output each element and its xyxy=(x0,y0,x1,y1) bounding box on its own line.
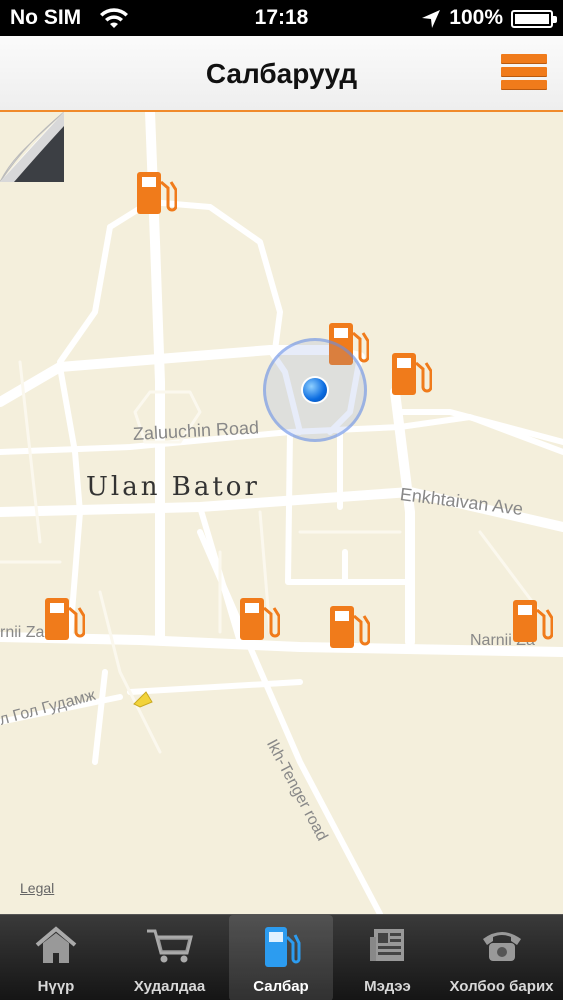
location-arrow-icon xyxy=(422,10,440,28)
battery-icon xyxy=(511,10,557,28)
fuel-pin[interactable] xyxy=(511,596,553,646)
home-icon xyxy=(35,926,77,963)
fuel-pin[interactable] xyxy=(328,602,370,652)
page-title: Салбарууд xyxy=(205,58,358,89)
current-location-marker xyxy=(263,338,367,442)
map-view[interactable]: Zaluuchin Road Ulan Bator Enkhtaivan Ave… xyxy=(0,112,563,914)
fuel-pump-icon xyxy=(137,172,177,214)
nav-bar: Салбарууд xyxy=(0,36,563,112)
fuel-pump-icon xyxy=(392,353,432,395)
tab-bar: Нүүр Худалдаа Салбар Мэдээ Холбоо барих xyxy=(0,914,563,1000)
fuel-pin[interactable] xyxy=(238,594,280,644)
tab-branches[interactable]: Салбар xyxy=(229,915,333,1000)
status-bar: No SIM 17:18 100% xyxy=(0,0,563,36)
cart-icon xyxy=(146,929,193,963)
tab-label: Холбоо барих xyxy=(449,978,554,995)
legal-link[interactable]: Legal xyxy=(20,880,54,896)
fuel-pin[interactable] xyxy=(135,168,177,218)
menu-button[interactable] xyxy=(501,54,547,92)
fuel-pump-icon xyxy=(240,598,280,640)
fuel-pin[interactable] xyxy=(390,349,432,399)
tab-label: Нүүр xyxy=(37,978,75,995)
tab-shopping[interactable]: Худалдаа xyxy=(112,915,227,1000)
fuel-pump-icon xyxy=(330,606,370,648)
tab-news[interactable]: Мэдээ xyxy=(335,915,440,1000)
battery-percent: 100% xyxy=(449,6,503,29)
fuel-pin[interactable] xyxy=(43,594,85,644)
newspaper-icon xyxy=(369,929,404,961)
page-curl-icon[interactable] xyxy=(0,112,64,182)
menu-icon xyxy=(501,54,547,63)
tab-label: Мэдээ xyxy=(364,978,411,995)
tab-home[interactable]: Нүүр xyxy=(0,915,112,1000)
fuel-pump-icon xyxy=(265,927,301,967)
city-label: Ulan Bator xyxy=(86,472,260,502)
fuel-pump-icon xyxy=(513,600,553,642)
tab-label: Худалдаа xyxy=(133,978,206,995)
tab-contact[interactable]: Холбоо барих xyxy=(440,915,563,1000)
phone-icon xyxy=(482,932,521,961)
fuel-pump-icon xyxy=(45,598,85,640)
tab-label: Салбар xyxy=(253,978,309,995)
